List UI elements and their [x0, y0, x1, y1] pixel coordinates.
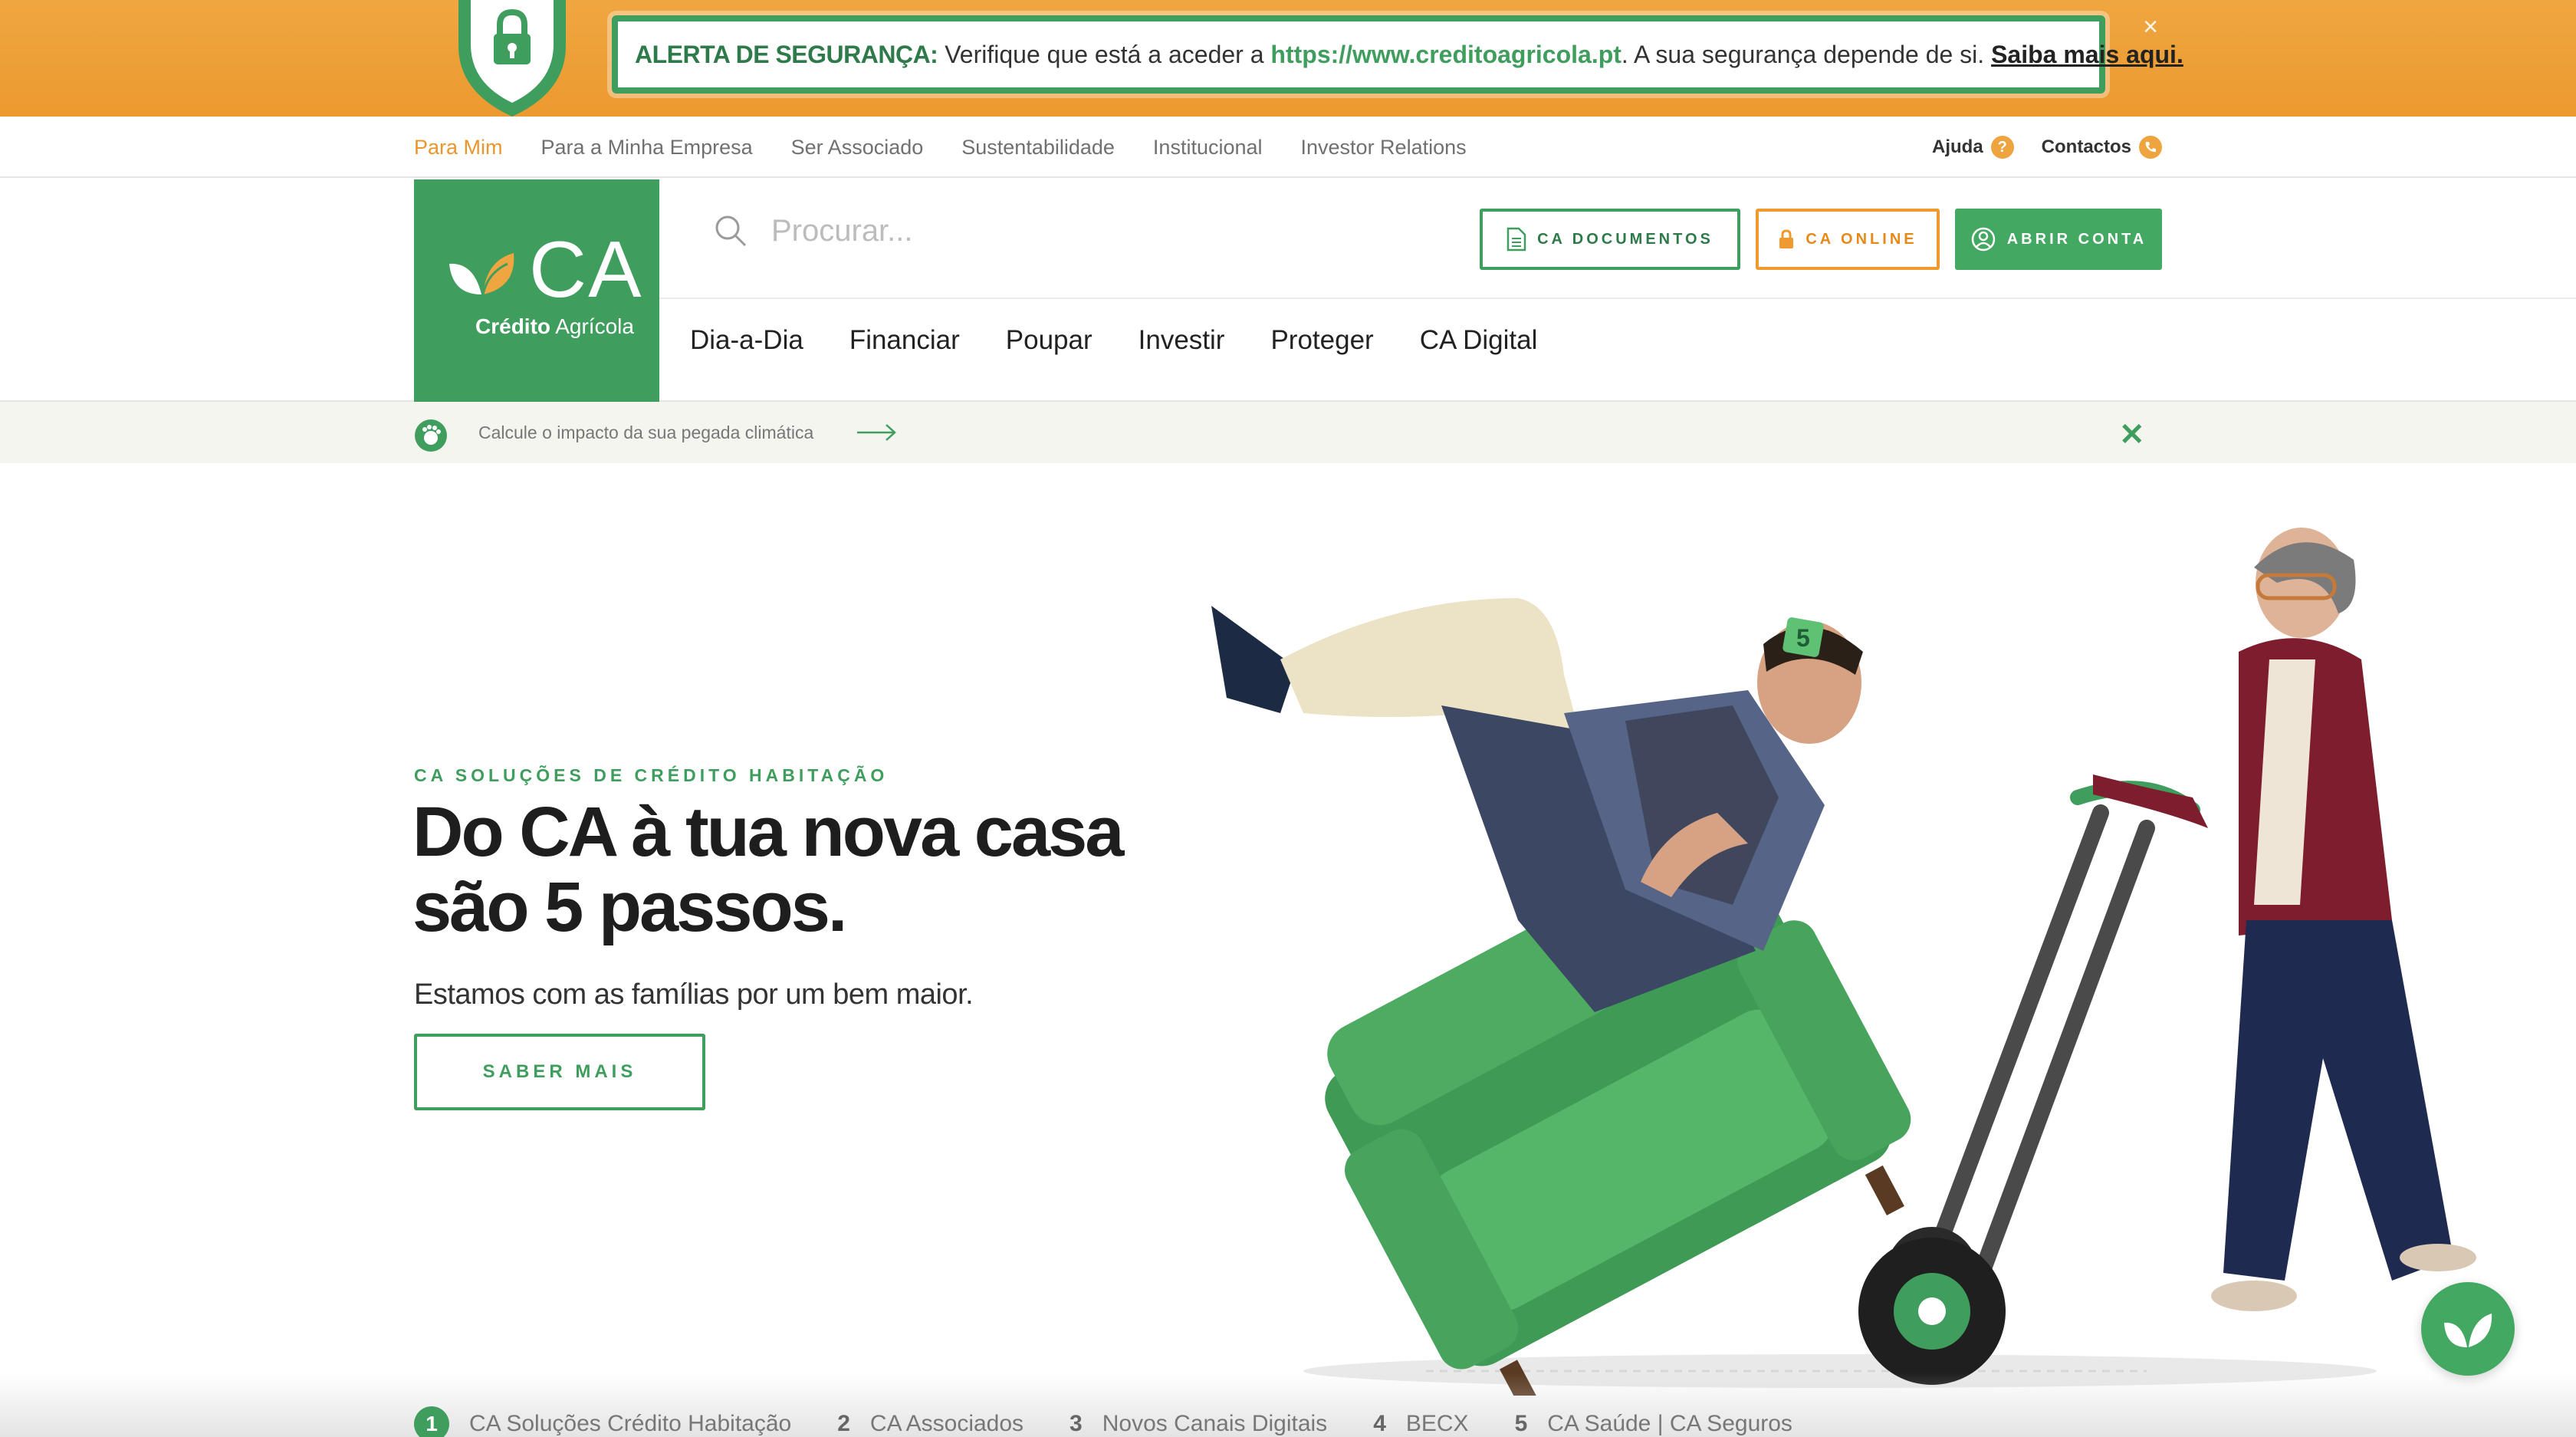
menu-dia-a-dia[interactable]: Dia-a-Dia — [690, 325, 803, 356]
top-nav-institucional[interactable]: Institucional — [1153, 136, 1263, 159]
chat-assistant-button[interactable] — [2421, 1282, 2515, 1376]
hero-subtitle: Estamos com as famílias por um bem maior… — [414, 978, 974, 1011]
step-label: CA Associados — [869, 1411, 1024, 1436]
logo-brand-text: Crédito Agrícola — [475, 314, 634, 339]
search-icon[interactable] — [713, 213, 748, 248]
header-divider — [659, 298, 2576, 299]
climate-banner: Calcule o impacto da sua pegada climátic… — [0, 402, 2576, 463]
logo-ca-text: CA — [529, 225, 643, 314]
ca-documentos-button[interactable]: CA DOCUMENTOS — [1480, 209, 1740, 270]
help-link[interactable]: Ajuda ? — [1932, 136, 2014, 159]
ca-documentos-label: CA DOCUMENTOS — [1537, 230, 1714, 248]
step-number: 2 — [837, 1411, 850, 1436]
alert-learn-more-link[interactable]: Saiba mais aqui. — [1991, 41, 2183, 69]
contacts-link[interactable]: Contactos — [2041, 136, 2163, 159]
step-2[interactable]: 2 CA Associados — [837, 1411, 1024, 1437]
menu-ca-digital[interactable]: CA Digital — [1420, 325, 1538, 356]
logo-brand-rest: Agrícola — [550, 314, 634, 338]
step-label: CA Saúde | CA Seguros — [1547, 1411, 1792, 1436]
badge-number: 5 — [1796, 624, 1810, 652]
site-header: CA Crédito Agrícola CA DOCUMENTOS CA ONL… — [0, 179, 2576, 402]
top-nav-para-minha-empresa[interactable]: Para a Minha Empresa — [541, 136, 753, 159]
help-label: Ajuda — [1932, 136, 1983, 157]
leaf-logo-icon — [449, 253, 514, 295]
close-climate-icon[interactable]: ✕ — [2119, 417, 2145, 452]
step-label: CA Soluções Crédito Habitação — [469, 1411, 792, 1436]
hero-title-line1: Do CA à tua nova casa — [412, 793, 1124, 871]
hero-steps: 1 CA Soluções Crédito Habitação 2 CA Ass… — [414, 1406, 1792, 1437]
top-nav-ser-associado[interactable]: Ser Associado — [791, 136, 924, 159]
alert-text-after: . A sua segurança depende de si. — [1621, 40, 1992, 68]
ca-online-button[interactable]: CA ONLINE — [1756, 209, 1940, 270]
step-4[interactable]: 4 BECX — [1373, 1411, 1468, 1437]
top-nav-para-mim[interactable]: Para Mim — [414, 136, 503, 159]
leaf-chat-icon — [2444, 1314, 2492, 1347]
menu-financiar[interactable]: Financiar — [849, 325, 960, 356]
ca-online-label: CA ONLINE — [1806, 230, 1917, 248]
hero-image: 5 — [1211, 528, 2476, 1396]
alert-text: Verifique que está a aceder a — [938, 40, 1271, 68]
step-5[interactable]: 5 CA Saúde | CA Seguros — [1515, 1411, 1792, 1437]
step-label: Novos Canais Digitais — [1102, 1411, 1328, 1436]
lock-shield-icon — [458, 0, 566, 117]
alert-url: https://www.creditoagricola.pt — [1270, 40, 1622, 68]
security-alert-message: ALERTA DE SEGURANÇA: Verifique que está … — [612, 15, 2183, 94]
hero-title-line2: são 5 passos. — [412, 868, 847, 946]
main-menu: Dia-a-Dia Financiar Poupar Investir Prot… — [690, 325, 1537, 356]
arrow-right-icon[interactable] — [856, 422, 897, 443]
hero-eyebrow: CA SOLUÇÕES DE CRÉDITO HABITAÇÃO — [414, 765, 889, 785]
saber-mais-button[interactable]: SABER MAIS — [414, 1034, 705, 1110]
contacts-label: Contactos — [2041, 136, 2132, 157]
hero-title: Do CA à tua nova casa são 5 passos. — [412, 794, 1225, 945]
step-3[interactable]: 3 Novos Canais Digitais — [1070, 1411, 1327, 1437]
question-icon: ? — [1990, 136, 2014, 159]
abrir-conta-button[interactable]: ABRIR CONTA — [1955, 209, 2162, 270]
top-nav-sustentabilidade[interactable]: Sustentabilidade — [961, 136, 1115, 159]
step-number: 3 — [1070, 1411, 1083, 1436]
abrir-conta-label: ABRIR CONTA — [2006, 230, 2147, 248]
user-icon — [1971, 227, 1995, 252]
phone-icon — [2139, 136, 2163, 159]
alert-title: ALERTA DE SEGURANÇA: — [635, 40, 938, 68]
menu-poupar[interactable]: Poupar — [1006, 325, 1092, 356]
footprint-icon — [415, 419, 447, 452]
alert-close-icon[interactable]: × — [2139, 14, 2162, 40]
search-bar — [713, 213, 1231, 248]
step-label: BECX — [1405, 1411, 1469, 1436]
step-1[interactable]: 1 CA Soluções Crédito Habitação — [414, 1406, 791, 1437]
top-navigation: Para Mim Para a Minha Empresa Ser Associ… — [0, 117, 2576, 178]
top-nav-investor-relations[interactable]: Investor Relations — [1301, 136, 1467, 159]
step-number: 1 — [414, 1406, 449, 1437]
menu-proteger[interactable]: Proteger — [1270, 325, 1373, 356]
logo-brand-bold: Crédito — [475, 314, 550, 338]
menu-investir[interactable]: Investir — [1138, 325, 1225, 356]
step-number: 4 — [1373, 1411, 1386, 1436]
document-icon — [1506, 227, 1526, 252]
step-number: 5 — [1514, 1411, 1528, 1436]
climate-link[interactable]: Calcule o impacto da sua pegada climátic… — [478, 402, 813, 463]
security-alert-bar: ALERTA DE SEGURANÇA: Verifique que está … — [0, 0, 2576, 117]
credito-agricola-logo[interactable]: CA Crédito Agrícola — [414, 179, 659, 402]
search-input[interactable] — [771, 213, 1231, 248]
lock-icon — [1779, 229, 1794, 248]
